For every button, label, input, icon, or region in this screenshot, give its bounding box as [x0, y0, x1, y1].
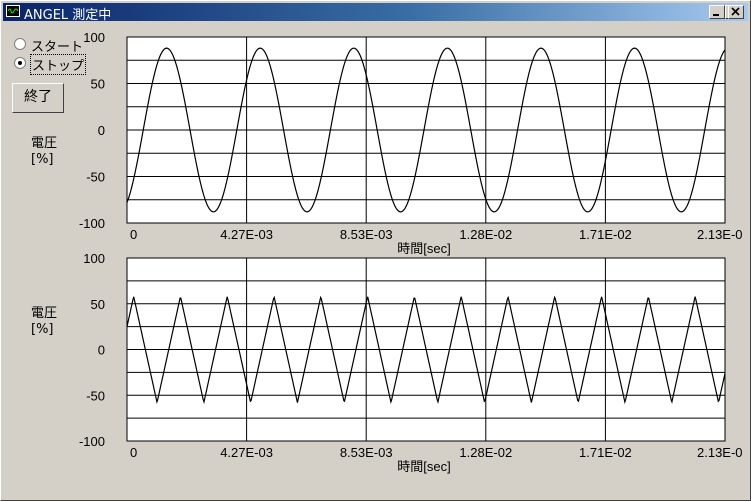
x-tick-label: 4.27E-03 — [220, 227, 273, 242]
x-tick-label: 1.28E-02 — [459, 445, 512, 460]
y-tick-label: 100 — [83, 30, 105, 45]
x-axis-title: 時間[sec] — [397, 459, 450, 474]
x-tick-label: 8.53E-03 — [340, 445, 393, 460]
x-tick-label: 1.71E-02 — [579, 445, 632, 460]
x-tick-label: 4.27E-03 — [220, 445, 273, 460]
x-tick-label: 1.71E-02 — [579, 227, 632, 242]
x-axis-title: 時間[sec] — [397, 241, 450, 256]
y-tick-label: 0 — [98, 123, 105, 138]
y-tick-label: -100 — [79, 434, 105, 449]
y-tick-label: 100 — [83, 251, 105, 266]
x-tick-label: 0 — [130, 445, 137, 460]
y-tick-label: -50 — [86, 388, 105, 403]
y-tick-label: -50 — [86, 170, 105, 185]
main-window: ANGEL 測定中 スタート ストップ 終了 電圧 [%] 電圧 [%] 100 50… — [0, 0, 751, 501]
chart-2: 100 50 0 -50 -100 0 4.27E-03 8.53E-03 1.28E-02 1.… — [79, 251, 743, 474]
chart-1: 100 50 0 -50 -100 0 4.27E-03 8.53E-03 1.28E-02 1.… — [79, 30, 743, 256]
x-tick-label: 8.53E-03 — [340, 227, 393, 242]
y-tick-label: -100 — [79, 216, 105, 231]
x-tick-label: 1.28E-02 — [459, 227, 512, 242]
y-tick-label: 50 — [91, 77, 105, 92]
x-tick-label: 2.13E-0 — [697, 227, 743, 242]
charts-canvas: 100 50 0 -50 -100 0 4.27E-03 8.53E-03 1.28E-02 1.… — [79, 30, 743, 474]
x-tick-label: 2.13E-0 — [697, 445, 743, 460]
y-tick-label: 0 — [98, 343, 105, 358]
x-tick-label: 0 — [130, 227, 137, 242]
y-tick-label: 50 — [91, 297, 105, 312]
